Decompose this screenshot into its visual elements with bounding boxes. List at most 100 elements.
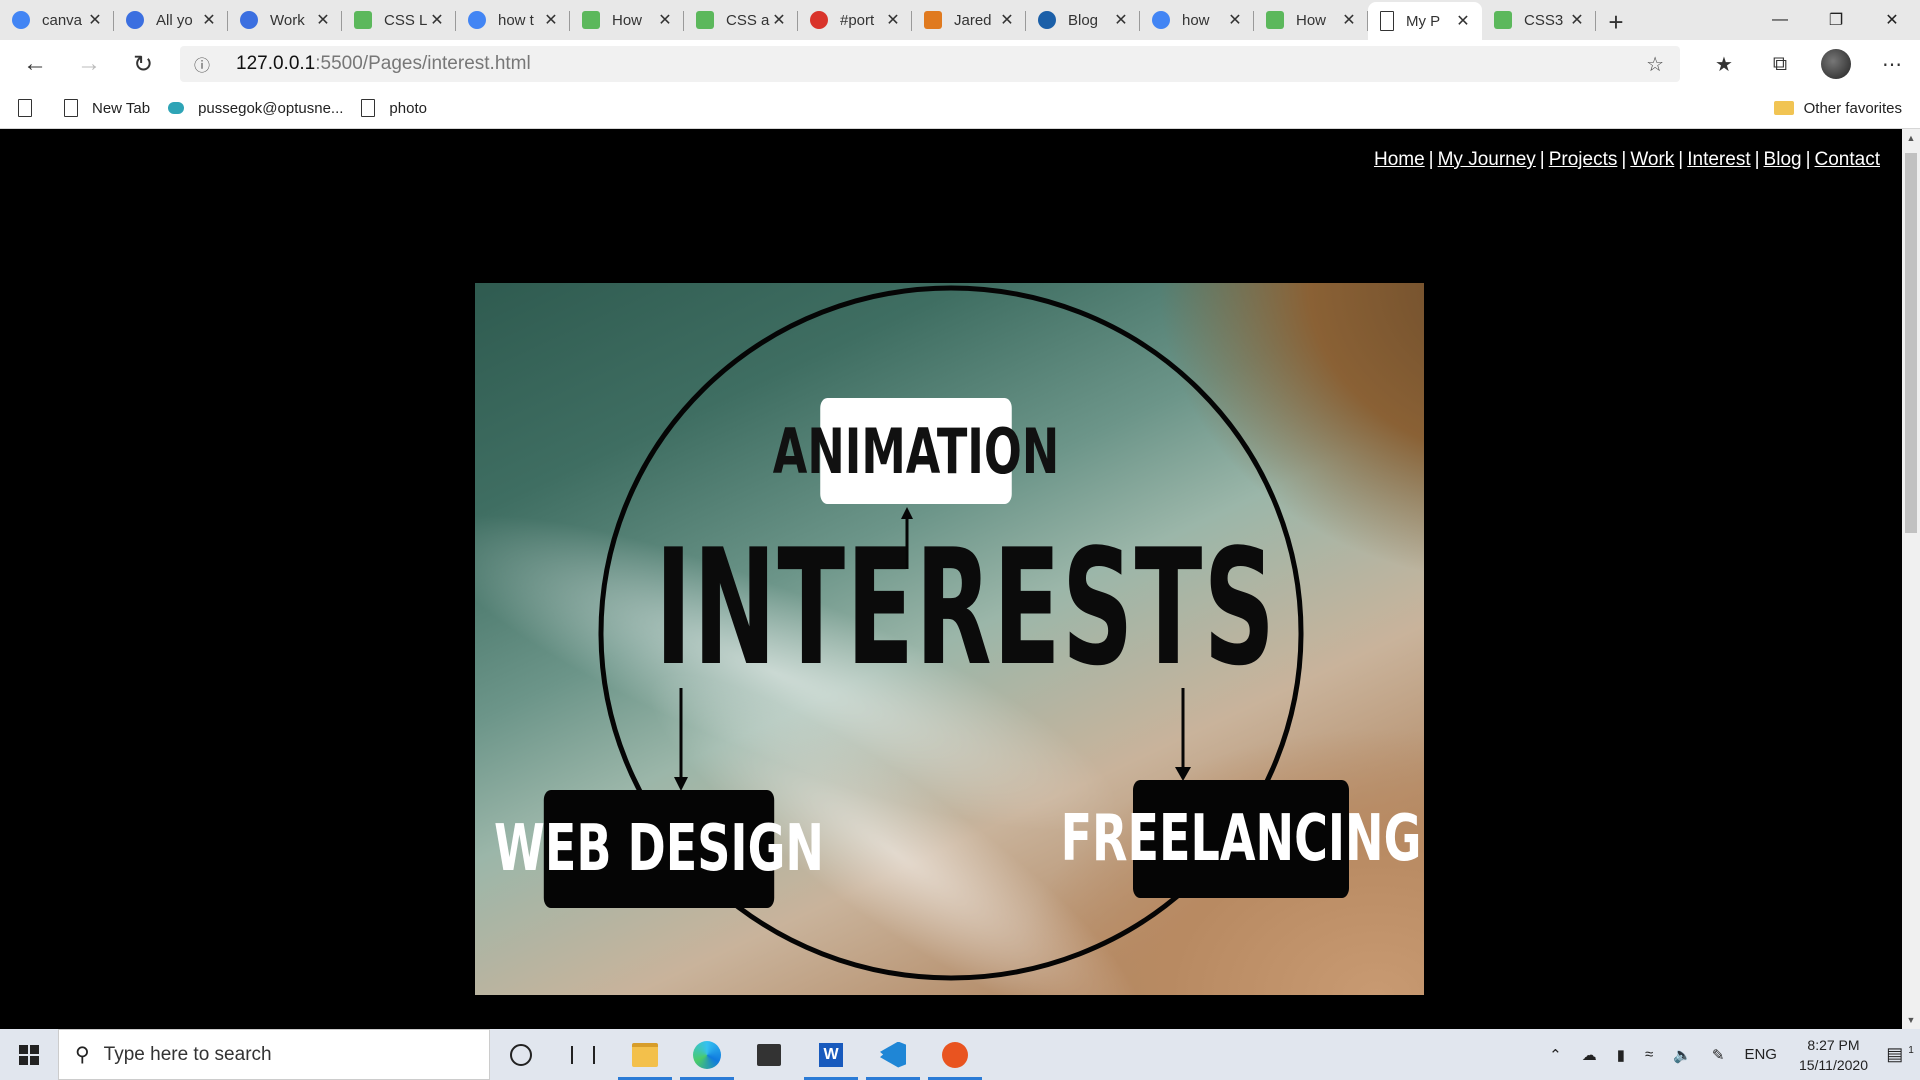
tab-title: How — [612, 11, 643, 29]
profile-avatar[interactable] — [1808, 44, 1864, 84]
other-favorites[interactable]: Other favorites — [1773, 100, 1902, 117]
close-tab-icon[interactable]: ✕ — [1226, 10, 1244, 30]
close-tab-icon[interactable]: ✕ — [770, 10, 788, 30]
wifi-icon[interactable]: ≈ — [1635, 1046, 1663, 1063]
nav-link-projects[interactable]: Projects — [1549, 149, 1618, 170]
volume-icon[interactable]: 🔈 — [1663, 1046, 1702, 1064]
clock[interactable]: 8:27 PM 15/11/2020 — [1787, 1035, 1880, 1075]
word-button[interactable]: W — [800, 1029, 862, 1080]
tab-title: how t — [498, 11, 534, 29]
browser-tab[interactable]: How ✕ — [1254, 2, 1368, 38]
tab-title: My P — [1406, 12, 1441, 30]
search-placeholder: Type here to search — [103, 1043, 272, 1065]
scrollbar[interactable]: ▲ ▼ — [1902, 129, 1920, 1029]
task-view-button[interactable] — [552, 1029, 614, 1080]
close-tab-icon[interactable]: ✕ — [1454, 11, 1472, 31]
nav-link-work[interactable]: Work — [1630, 149, 1674, 170]
ubuntu-button[interactable] — [924, 1029, 986, 1080]
show-hidden-icons-icon[interactable]: ⌃ — [1539, 1046, 1572, 1064]
minimize-icon[interactable]: — — [1752, 0, 1808, 40]
back-icon[interactable]: ← — [12, 44, 58, 84]
language-indicator[interactable]: ENG — [1734, 1046, 1787, 1063]
more-menu-icon[interactable]: ⋯ — [1864, 44, 1920, 84]
close-tab-icon[interactable]: ✕ — [656, 10, 674, 30]
system-tray: ⌃ ☁ ▮ ≈ 🔈 ✎ ENG 8:27 PM 15/11/2020 ▤ 1 — [1539, 1029, 1920, 1080]
nav-link-interest[interactable]: Interest — [1687, 149, 1750, 170]
store-button[interactable] — [738, 1029, 800, 1080]
scroll-down-icon[interactable]: ▼ — [1902, 1015, 1920, 1025]
bookmark-item[interactable] — [18, 99, 46, 117]
browser-tab[interactable]: CSS3 ✕ — [1482, 2, 1596, 38]
nav-separator: | — [1539, 149, 1545, 170]
edge-button[interactable] — [676, 1029, 738, 1080]
close-tab-icon[interactable]: ✕ — [428, 10, 446, 30]
nav-link-blog[interactable]: Blog — [1764, 149, 1802, 170]
favorites-icon[interactable]: ★ — [1696, 44, 1752, 84]
browser-tab[interactable]: How ✕ — [570, 2, 684, 38]
store-icon — [757, 1043, 781, 1066]
browser-tab[interactable]: CSS a ✕ — [684, 2, 798, 38]
bookmark-item[interactable]: New Tab — [64, 99, 150, 117]
browser-toolbar: ← → ↻ ⓘ 127.0.0.1:5500/Pages/interest.ht… — [0, 40, 1920, 88]
window-controls: — ❐ ✕ — [1752, 0, 1920, 40]
collections-icon[interactable]: ⧉ — [1752, 44, 1808, 84]
tab-title: how — [1182, 11, 1210, 29]
browser-tab[interactable]: Blog ✕ — [1026, 2, 1140, 38]
new-tab-button[interactable]: + — [1596, 4, 1636, 40]
restore-icon[interactable]: ❐ — [1808, 0, 1864, 40]
close-tab-icon[interactable]: ✕ — [998, 10, 1016, 30]
bookmark-label: photo — [389, 99, 427, 117]
clock-time: 8:27 PM — [1807, 1036, 1860, 1053]
battery-icon[interactable]: ▮ — [1607, 1046, 1635, 1064]
start-button[interactable] — [0, 1029, 58, 1080]
favorite-star-icon[interactable]: ☆ — [1646, 52, 1664, 77]
file-explorer-button[interactable] — [614, 1029, 676, 1080]
close-tab-icon[interactable]: ✕ — [200, 10, 218, 30]
browser-tab[interactable]: Work ✕ — [228, 2, 342, 38]
close-window-icon[interactable]: ✕ — [1864, 0, 1920, 40]
close-tab-icon[interactable]: ✕ — [1340, 10, 1358, 30]
jb-icon — [924, 11, 942, 29]
freelancing-label: FREELANCING — [1061, 780, 1421, 898]
close-tab-icon[interactable]: ✕ — [314, 10, 332, 30]
scroll-up-icon[interactable]: ▲ — [1902, 133, 1920, 143]
bookmark-item[interactable]: photo — [361, 99, 427, 117]
nav-link-home[interactable]: Home — [1374, 149, 1425, 170]
bookmark-label: pussegok@optusne... — [198, 99, 344, 117]
cortana-button[interactable] — [490, 1029, 552, 1080]
notification-icon: ▤ — [1886, 1044, 1904, 1064]
close-tab-icon[interactable]: ✕ — [542, 10, 560, 30]
url-text[interactable]: 127.0.0.1:5500/Pages/interest.html — [236, 53, 531, 75]
browser-tab[interactable]: how t ✕ — [456, 2, 570, 38]
notifications-button[interactable]: ▤ 1 — [1880, 1044, 1920, 1065]
page-icon — [18, 99, 32, 117]
browser-tab[interactable]: My P ✕ — [1368, 2, 1482, 40]
pen-icon[interactable]: ✎ — [1702, 1046, 1735, 1064]
nav-link-my-journey[interactable]: My Journey — [1438, 149, 1536, 170]
tab-title: Work — [270, 11, 305, 29]
browser-tab[interactable]: how ✕ — [1140, 2, 1254, 38]
tab-title: All yo — [156, 11, 193, 29]
bookmarks-bar: New Tab pussegok@optusne... photo Other fa… — [0, 88, 1920, 129]
vscode-button[interactable] — [862, 1029, 924, 1080]
taskbar-search[interactable]: ⚲ Type here to search — [58, 1029, 490, 1080]
close-tab-icon[interactable]: ✕ — [1112, 10, 1130, 30]
browser-tab[interactable]: All yo ✕ — [114, 2, 228, 38]
scroll-thumb[interactable] — [1905, 153, 1917, 533]
browser-tab[interactable]: Jared ✕ — [912, 2, 1026, 38]
close-tab-icon[interactable]: ✕ — [884, 10, 902, 30]
bookmark-item[interactable]: pussegok@optusne... — [168, 100, 343, 117]
browser-tab[interactable]: #port ✕ — [798, 2, 912, 38]
onedrive-icon[interactable]: ☁ — [1572, 1046, 1607, 1064]
close-tab-icon[interactable]: ✕ — [1568, 10, 1586, 30]
address-bar[interactable]: ⓘ 127.0.0.1:5500/Pages/interest.html ☆ — [180, 46, 1680, 82]
browser-tab[interactable]: canva ✕ — [0, 2, 114, 38]
word-icon: W — [819, 1042, 843, 1067]
site-info-icon[interactable]: ⓘ — [194, 52, 222, 76]
w3schools-icon — [354, 11, 372, 29]
refresh-icon[interactable]: ↻ — [120, 44, 166, 84]
close-tab-icon[interactable]: ✕ — [86, 10, 104, 30]
browser-tab[interactable]: CSS L ✕ — [342, 2, 456, 38]
nav-link-contact[interactable]: Contact — [1815, 149, 1880, 170]
forward-icon[interactable]: → — [66, 44, 112, 84]
